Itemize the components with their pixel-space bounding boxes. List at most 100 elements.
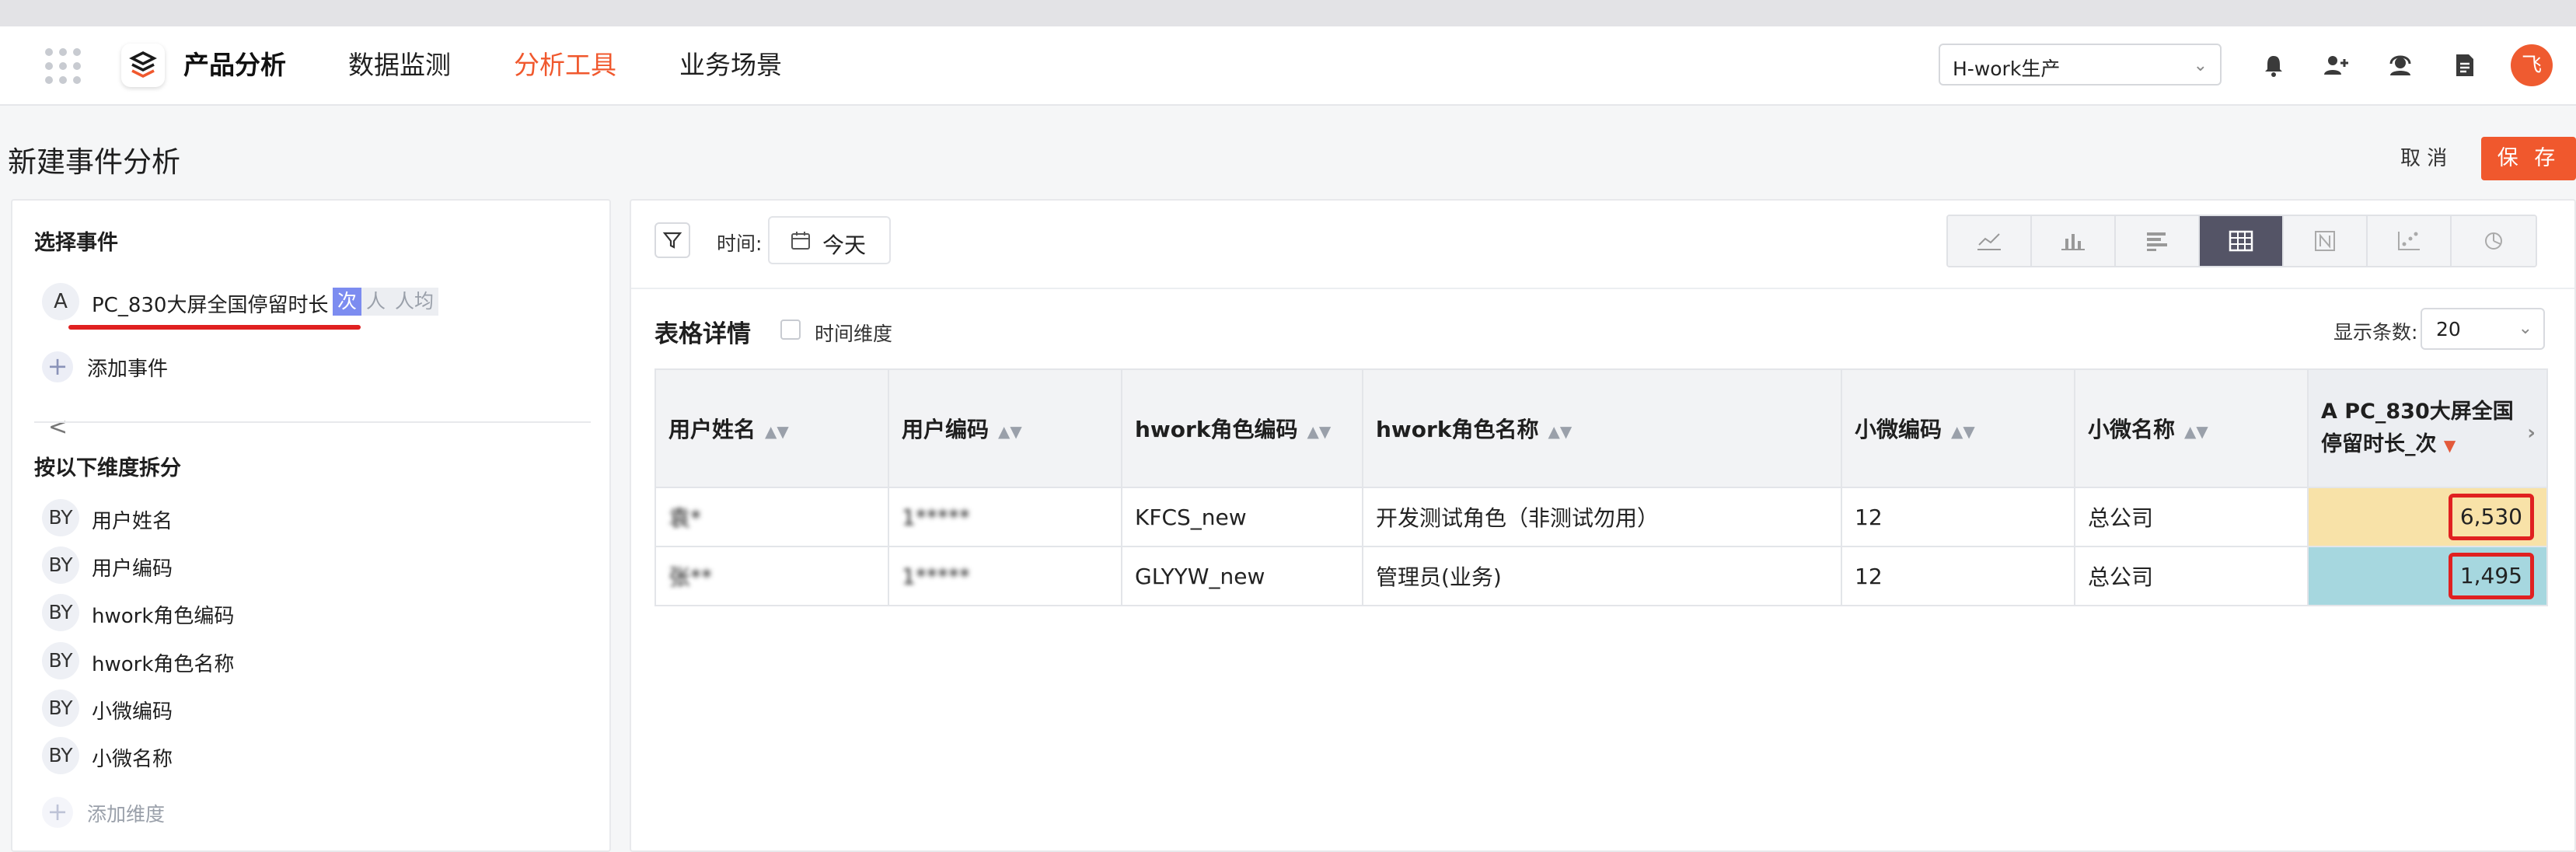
cell-micro-name: 总公司 bbox=[2074, 546, 2309, 606]
annotation-underline bbox=[68, 325, 361, 330]
column-header[interactable]: 小微名称 ▲▼ bbox=[2074, 368, 2309, 488]
bell-icon[interactable] bbox=[2258, 50, 2289, 81]
toolbar-divider bbox=[631, 288, 2574, 289]
document-icon[interactable] bbox=[2449, 50, 2480, 81]
time-dimension-checkbox[interactable] bbox=[780, 320, 801, 340]
nav-analysis-tools[interactable]: 分析工具 bbox=[514, 48, 616, 82]
dimension-label[interactable]: 用户编码 bbox=[92, 553, 173, 581]
top-strip bbox=[0, 0, 2576, 26]
rows-per-page-label: 显示条数: bbox=[2333, 321, 2418, 344]
event-metric-tags: 次 人 人均 bbox=[333, 288, 439, 316]
column-header[interactable]: hwork角色编码 ▲▼ bbox=[1121, 368, 1363, 488]
app-grid-icon[interactable] bbox=[45, 48, 81, 84]
column-header[interactable]: 用户姓名 ▲▼ bbox=[654, 368, 889, 488]
add-event-plus-icon[interactable]: + bbox=[42, 351, 73, 382]
metric-tag-per-user[interactable]: 人均 bbox=[390, 288, 439, 316]
chevron-right-icon[interactable]: › bbox=[2527, 417, 2536, 449]
metric-tag-users[interactable]: 人 bbox=[361, 288, 391, 316]
table-header-row: 用户姓名 ▲▼ 用户编码 ▲▼ hwork角色编码 ▲▼ hwork角色名称 ▲▼ 小微… bbox=[654, 368, 2548, 488]
bar-chart-icon bbox=[2061, 234, 2085, 250]
cell-role-code: GLYYW_new bbox=[1121, 546, 1363, 606]
filter-button[interactable] bbox=[654, 222, 690, 258]
sort-icon[interactable]: ▲▼ bbox=[998, 422, 1022, 441]
number-view-button[interactable] bbox=[2284, 216, 2368, 266]
add-dimension-button[interactable]: 添加维度 bbox=[87, 799, 165, 827]
line-chart-view-button[interactable] bbox=[1948, 216, 2032, 266]
table-row: 张** 1***** GLYYW_new 管理员(业务) 12 总公司 1,49… bbox=[654, 546, 2548, 606]
cell-micro-code: 12 bbox=[1841, 487, 2075, 547]
time-dimension-label: 时间维度 bbox=[815, 323, 893, 345]
cell-user-code: 1***** bbox=[888, 546, 1122, 606]
sort-icon[interactable]: ▲▼ bbox=[2184, 422, 2208, 441]
dimension-badge: BY bbox=[42, 642, 79, 679]
collapse-arrow-icon[interactable]: < bbox=[48, 414, 68, 441]
sort-icon[interactable]: ▲▼ bbox=[1548, 422, 1572, 441]
cell-user-code: 1***** bbox=[888, 487, 1122, 547]
page-title: 新建事件分析 bbox=[8, 145, 180, 179]
dimension-label[interactable]: hwork角色编码 bbox=[92, 600, 234, 629]
number-card-icon bbox=[2315, 231, 2335, 251]
dimension-label[interactable]: 用户姓名 bbox=[92, 505, 173, 534]
dimension-label[interactable]: 小微名称 bbox=[92, 743, 173, 772]
sort-icon[interactable]: ▲▼ bbox=[1307, 422, 1331, 441]
cell-metric-value: 6,530 bbox=[2307, 487, 2548, 547]
horizontal-bar-view-button[interactable] bbox=[2116, 216, 2200, 266]
environment-select-value: H-work生产 bbox=[1953, 58, 2061, 80]
cancel-button[interactable]: 取 消 bbox=[2400, 138, 2447, 179]
support-agent-icon[interactable] bbox=[2385, 50, 2416, 81]
add-user-icon[interactable] bbox=[2320, 50, 2351, 81]
sort-desc-icon[interactable]: ▼ bbox=[2444, 436, 2456, 455]
save-button[interactable]: 保 存 bbox=[2481, 137, 2576, 180]
user-avatar[interactable]: 飞 bbox=[2511, 44, 2553, 86]
date-value: 今天 bbox=[822, 232, 867, 258]
rows-per-page-select[interactable]: 20 ⌄ bbox=[2421, 308, 2545, 350]
cell-metric-value: 1,495 bbox=[2307, 546, 2548, 606]
scatter-view-button[interactable] bbox=[2368, 216, 2452, 266]
result-table: 用户姓名 ▲▼ 用户编码 ▲▼ hwork角色编码 ▲▼ hwork角色名称 ▲▼ 小微… bbox=[654, 368, 2548, 606]
cell-role-name: 管理员(业务) bbox=[1362, 546, 1842, 606]
dimension-badge: BY bbox=[42, 594, 79, 631]
environment-select[interactable]: H-work生产 ⌄ bbox=[1939, 44, 2222, 86]
nav-business-scenarios[interactable]: 业务场景 bbox=[679, 48, 782, 82]
dimension-badge: BY bbox=[42, 690, 79, 727]
dimension-label[interactable]: hwork角色名称 bbox=[92, 648, 234, 677]
nav-data-monitoring[interactable]: 数据监测 bbox=[348, 48, 451, 82]
dimension-badge: BY bbox=[42, 737, 79, 774]
pie-view-button[interactable] bbox=[2452, 216, 2536, 266]
column-header[interactable]: hwork角色名称 ▲▼ bbox=[1362, 368, 1842, 488]
add-dimension-plus-icon[interactable]: + bbox=[42, 797, 73, 828]
pie-chart-icon bbox=[2485, 232, 2502, 250]
left-divider bbox=[34, 421, 591, 423]
chevron-down-icon: ⌄ bbox=[2518, 319, 2532, 338]
cell-role-name: 开发测试角色（非测试勿用） bbox=[1362, 487, 1842, 547]
filter-icon bbox=[662, 232, 682, 249]
table-title: 表格详情 bbox=[654, 320, 751, 348]
column-header[interactable]: 小微编码 ▲▼ bbox=[1841, 368, 2075, 488]
column-header[interactable]: 用户编码 ▲▼ bbox=[888, 368, 1122, 488]
chevron-down-icon: ⌄ bbox=[2193, 56, 2208, 75]
dimension-badge: BY bbox=[42, 499, 79, 536]
metric-column-header[interactable]: A PC_830大屏全国停留时长_次 ▼ › bbox=[2307, 368, 2548, 488]
bar-chart-view-button[interactable] bbox=[2032, 216, 2116, 266]
event-name[interactable]: PC_830大屏全国停留时长 bbox=[92, 289, 328, 318]
table-view-button[interactable] bbox=[2200, 216, 2284, 266]
sort-icon[interactable]: ▲▼ bbox=[1951, 422, 1975, 441]
sort-icon[interactable]: ▲▼ bbox=[765, 422, 789, 441]
cell-user-name: 袁* bbox=[654, 487, 889, 547]
rows-per-page-value: 20 bbox=[2436, 318, 2461, 340]
time-label: 时间: bbox=[717, 232, 763, 255]
dimension-badge: BY bbox=[42, 546, 79, 584]
metric-tag-times[interactable]: 次 bbox=[333, 288, 362, 316]
cell-role-code: KFCS_new bbox=[1121, 487, 1363, 547]
date-picker[interactable]: 今天 bbox=[768, 216, 891, 264]
cell-micro-code: 12 bbox=[1841, 546, 2075, 606]
highlighted-value: 6,530 bbox=[2448, 494, 2534, 540]
select-event-title: 选择事件 bbox=[34, 231, 118, 255]
horizontal-bar-icon bbox=[2147, 232, 2167, 251]
add-event-button[interactable]: 添加事件 bbox=[87, 353, 168, 382]
cell-micro-name: 总公司 bbox=[2074, 487, 2309, 547]
dimension-label[interactable]: 小微编码 bbox=[92, 696, 173, 725]
nav-product-analysis[interactable]: 产品分析 bbox=[183, 48, 286, 82]
calendar-icon bbox=[791, 232, 810, 250]
brand-logo-icon[interactable] bbox=[121, 44, 165, 87]
